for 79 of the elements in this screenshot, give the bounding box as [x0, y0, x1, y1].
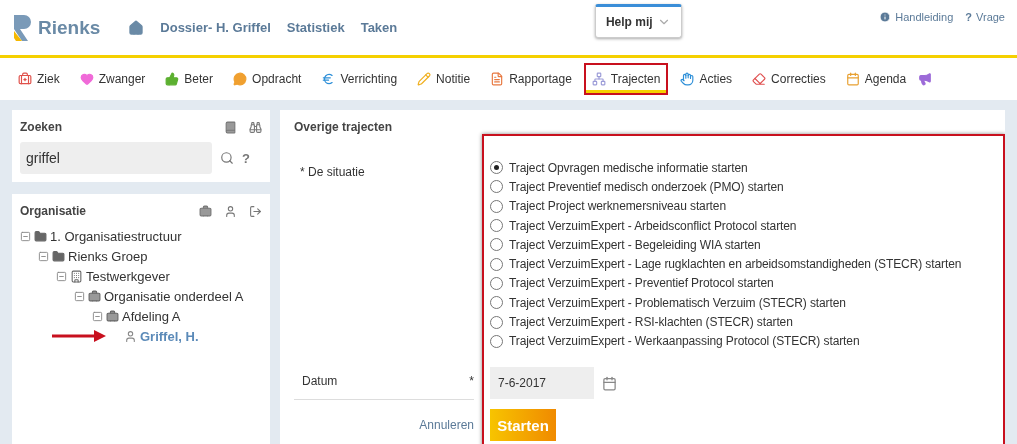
tree-item[interactable]: Rienks Groep	[68, 248, 148, 264]
folder-icon	[52, 249, 65, 263]
heart-icon	[79, 72, 94, 86]
home-icon[interactable]	[128, 19, 145, 36]
logo-icon	[12, 12, 34, 43]
radio-option[interactable]: Traject VerzuimExpert - Werkaanpassing Protocol (STECR) starten	[490, 331, 997, 351]
person-icon[interactable]	[224, 204, 237, 218]
radio-button[interactable]	[490, 161, 503, 175]
eraser-icon	[752, 72, 767, 86]
radio-option[interactable]: Traject VerzuimExpert - Problematisch Verzuim (STECR) starten	[490, 293, 997, 313]
radio-option[interactable]: Traject Opvragen medische informatie starten	[490, 158, 997, 178]
radio-button[interactable]	[490, 334, 503, 348]
date-field[interactable]: 7-6-2017	[490, 367, 594, 399]
toolbar-tab[interactable]: Trajecten	[583, 63, 669, 95]
pencil-icon	[417, 72, 432, 86]
radio-button[interactable]	[490, 276, 503, 290]
tree-item[interactable]: Afdeling A	[122, 308, 181, 324]
binoculars-icon[interactable]	[249, 120, 262, 134]
radio-option[interactable]: Traject Project werknemersniveau starten	[490, 196, 997, 216]
hand-icon	[680, 72, 695, 86]
cancel-link[interactable]: Annuleren	[419, 418, 474, 432]
briefcase-icon[interactable]	[199, 204, 212, 218]
radio-option[interactable]: Traject VerzuimExpert - Preventief Protocol starten	[490, 273, 997, 294]
person-icon	[124, 329, 137, 343]
search-field[interactable]: griffel	[20, 142, 212, 174]
search-icon[interactable]	[220, 151, 234, 165]
briefcase-icon	[88, 289, 101, 303]
radio-option[interactable]: Traject VerzuimExpert - RSI-klachten (STECR) starten	[490, 312, 997, 332]
tree-item[interactable]: 1. Organisatiestructuur	[50, 228, 182, 244]
field-label: * De situatie	[299, 164, 366, 181]
exit-icon[interactable]	[249, 204, 262, 218]
calendar-icon	[845, 72, 860, 86]
radio-option[interactable]: Traject Preventief medisch onderzoek (PMO) starten	[490, 177, 997, 197]
radio-button[interactable]	[490, 219, 503, 233]
tree-item[interactable]: Testwerkgever	[86, 268, 170, 284]
info-icon	[879, 10, 892, 23]
help-icon[interactable]: ?	[242, 150, 250, 166]
arrow-annotation	[52, 330, 108, 342]
collapse-icon[interactable]	[92, 310, 103, 322]
nav-link[interactable]: Statistiek	[286, 20, 345, 35]
thumbs-up-icon	[165, 72, 180, 86]
panel-title: Organisatie	[20, 204, 87, 218]
document-icon	[490, 72, 505, 86]
hierarchy-icon	[591, 72, 606, 86]
radio-button[interactable]	[490, 238, 503, 252]
tree-item[interactable]: Griffel, H.	[140, 328, 199, 344]
form-title: Overige trajecten	[294, 120, 394, 134]
euro-icon	[321, 72, 336, 86]
help-dropdown[interactable]: Help mij	[594, 3, 682, 38]
collapse-icon[interactable]	[38, 250, 49, 262]
nav-link[interactable]: Dossier- H. Griffel	[160, 20, 271, 35]
radio-button[interactable]	[490, 315, 503, 329]
first-aid-icon	[18, 72, 32, 86]
radio-option[interactable]: Traject VerzuimExpert - Lage rugklachten en arbeidsomstandigheden (STECR) starten	[490, 254, 997, 274]
help-link[interactable]: ? Vrage	[965, 10, 1005, 23]
radio-option[interactable]: Traject VerzuimExpert - Begeleiding WIA starten	[490, 235, 997, 255]
radio-button[interactable]	[490, 296, 503, 310]
collapse-icon[interactable]	[56, 270, 67, 282]
radio-button[interactable]	[490, 180, 503, 194]
help-link[interactable]: Handleiding	[879, 10, 954, 23]
collapse-icon[interactable]	[74, 290, 85, 302]
collapse-icon[interactable]	[20, 230, 31, 242]
calendar-icon[interactable]	[602, 375, 617, 391]
nav-link[interactable]: Taken	[360, 20, 398, 35]
speech-bubble-icon	[233, 72, 248, 86]
briefcase-icon	[106, 309, 119, 323]
megaphone-icon[interactable]	[918, 72, 933, 86]
radio-button[interactable]	[490, 257, 503, 271]
radio-option[interactable]: Traject VerzuimExpert - Arbeidsconflict Protocol starten	[490, 215, 997, 236]
field-label: Datum	[302, 374, 338, 388]
book-icon[interactable]	[224, 120, 237, 134]
tree-item[interactable]: Organisatie onderdeel A	[104, 288, 244, 304]
building-icon	[70, 269, 83, 283]
logo-text: Rienks	[38, 16, 101, 39]
required-mark: *	[469, 374, 474, 388]
folder-icon	[34, 229, 47, 243]
question-icon: ?	[965, 10, 973, 23]
panel-title: Zoeken	[20, 120, 62, 134]
radio-button[interactable]	[490, 199, 503, 213]
